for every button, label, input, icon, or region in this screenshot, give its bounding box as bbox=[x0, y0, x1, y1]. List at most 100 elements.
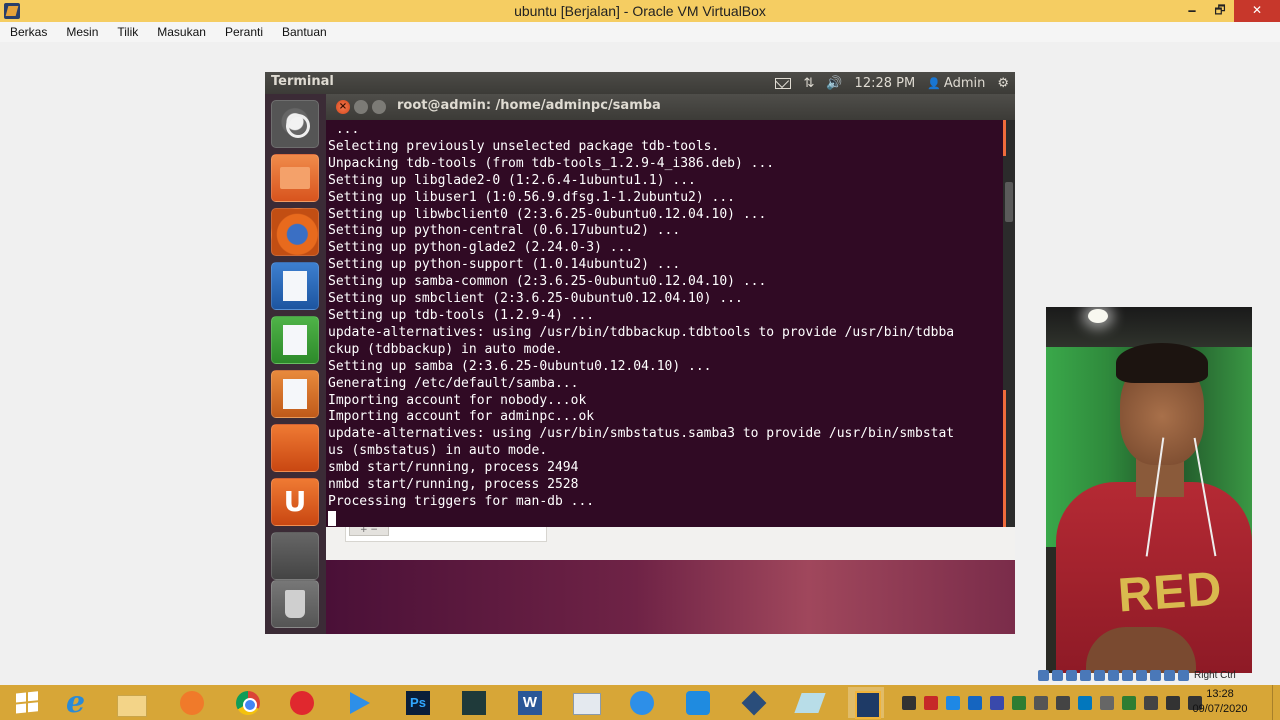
chrome-icon[interactable] bbox=[230, 687, 266, 718]
virtualbox-3d-icon[interactable] bbox=[736, 687, 772, 718]
terminal-line: Setting up smbclient (2:3.6.25-0ubuntu0.… bbox=[328, 291, 743, 307]
optical-status-icon[interactable] bbox=[1052, 669, 1063, 681]
terminal-line: ... bbox=[328, 122, 360, 137]
menu-masukan[interactable]: Masukan bbox=[157, 22, 206, 42]
minimize-button[interactable]: 🗕 bbox=[1178, 0, 1206, 22]
menu-berkas[interactable]: Berkas bbox=[10, 22, 47, 42]
user-icon: 👤 bbox=[927, 76, 941, 90]
dash-home-icon[interactable] bbox=[271, 100, 319, 148]
hdd-status-icon[interactable] bbox=[1038, 669, 1049, 681]
firefox-icon[interactable] bbox=[271, 208, 319, 256]
ubuntu-one-icon[interactable]: U bbox=[271, 478, 319, 526]
menu-bantuan[interactable]: Bantuan bbox=[282, 22, 327, 42]
guest-screen[interactable]: + − Terminal ⇅ 🔊 12:28 PM 👤 Admin ⚙ U × bbox=[265, 72, 1015, 634]
libreoffice-writer-icon[interactable] bbox=[271, 262, 319, 310]
menu-mesin[interactable]: Mesin bbox=[66, 22, 98, 42]
terminal-line: Setting up libglade2-0 (1:2.6.4-1ubuntu1… bbox=[328, 172, 696, 188]
tray-app-icon[interactable] bbox=[1122, 695, 1136, 710]
terminal-line: Importing account for nobody...ok bbox=[328, 392, 587, 408]
window-title: ubuntu [Berjalan] - Oracle VM VirtualBox bbox=[514, 3, 766, 19]
webcam-shirt-text: RED bbox=[1116, 562, 1225, 623]
network-tray-icon[interactable] bbox=[1166, 695, 1180, 710]
tray-app-icon[interactable] bbox=[902, 695, 916, 710]
display-status-icon[interactable] bbox=[1122, 669, 1133, 681]
terminal-title: root@admin: /home/adminpc/samba bbox=[397, 98, 661, 113]
system-tray bbox=[902, 685, 1210, 720]
panel-clock[interactable]: 12:28 PM bbox=[855, 76, 916, 91]
tray-app-icon[interactable] bbox=[924, 695, 938, 710]
terminal-minimize-button[interactable] bbox=[354, 100, 368, 114]
media-player-icon[interactable] bbox=[340, 687, 376, 718]
restore-button[interactable]: 🗗 bbox=[1206, 0, 1234, 22]
file-explorer-icon[interactable] bbox=[113, 687, 149, 718]
tray-app-icon[interactable] bbox=[946, 695, 960, 710]
libreoffice-impress-icon[interactable] bbox=[271, 370, 319, 418]
terminal-prompt-line[interactable] bbox=[328, 510, 1003, 528]
panel-user[interactable]: Admin bbox=[944, 76, 985, 91]
terminal-line: Setting up python-support (1.0.14ubuntu2… bbox=[328, 257, 681, 273]
uc-browser-icon[interactable] bbox=[174, 687, 210, 718]
close-button[interactable]: ✕ bbox=[1234, 0, 1280, 22]
tray-app-icon[interactable] bbox=[968, 695, 982, 710]
menu-tilik[interactable]: Tilik bbox=[117, 22, 138, 42]
network-status-icon[interactable] bbox=[1080, 669, 1091, 681]
shared-folder-status-icon[interactable] bbox=[1108, 669, 1119, 681]
virtualbox-taskbar-icon[interactable] bbox=[848, 687, 884, 719]
tray-app-icon[interactable] bbox=[990, 695, 1004, 710]
webcam-light bbox=[1088, 309, 1108, 323]
terminal-window[interactable]: × root@admin: /home/adminpc/samba ... Sel… bbox=[326, 94, 1015, 527]
terminal-maximize-button[interactable] bbox=[372, 100, 386, 114]
mouse-status-icon[interactable] bbox=[1164, 669, 1175, 681]
vbox-titlebar: ubuntu [Berjalan] - Oracle VM VirtualBox… bbox=[0, 0, 1280, 22]
screen-capture-icon[interactable] bbox=[680, 687, 716, 718]
tray-app-icon[interactable] bbox=[1100, 695, 1114, 710]
terminal-titlebar[interactable]: × root@admin: /home/adminpc/samba bbox=[326, 94, 1015, 120]
usb-status-icon[interactable] bbox=[1094, 669, 1105, 681]
word-icon[interactable] bbox=[512, 687, 548, 718]
acrobat-icon[interactable] bbox=[284, 687, 320, 718]
network-icon[interactable]: ⇅ bbox=[803, 76, 814, 91]
paper-icon[interactable] bbox=[792, 687, 828, 718]
sketchup-icon[interactable] bbox=[456, 687, 492, 718]
unity-launcher: U bbox=[265, 94, 326, 634]
system-settings-icon[interactable] bbox=[271, 532, 319, 580]
software-center-icon[interactable] bbox=[271, 424, 319, 472]
capture-status-icon[interactable] bbox=[1136, 669, 1147, 681]
volume-tray-icon[interactable] bbox=[1144, 695, 1158, 710]
terminal-close-button[interactable]: × bbox=[336, 100, 350, 114]
files-icon[interactable] bbox=[271, 154, 319, 202]
trash-icon[interactable] bbox=[271, 580, 319, 628]
tray-app-icon[interactable] bbox=[1034, 695, 1048, 710]
menu-peranti[interactable]: Peranti bbox=[225, 22, 263, 42]
photoshop-icon[interactable] bbox=[400, 687, 436, 718]
vbox-statusbar: Right Ctrl bbox=[1038, 666, 1236, 684]
cpu-status-icon[interactable] bbox=[1150, 669, 1161, 681]
keyboard-status-icon[interactable] bbox=[1178, 669, 1189, 681]
terminal-scrollbar[interactable] bbox=[1003, 120, 1015, 527]
gear-icon[interactable]: ⚙ bbox=[997, 76, 1009, 91]
tray-app-icon[interactable] bbox=[1056, 695, 1070, 710]
tray-app-icon[interactable] bbox=[1012, 695, 1026, 710]
window-controls: 🗕 🗗 ✕ bbox=[1178, 0, 1280, 22]
show-desktop-button[interactable] bbox=[1272, 685, 1280, 720]
sync-icon[interactable] bbox=[624, 687, 660, 718]
terminal-line: Setting up libuser1 (1:0.56.9.dfsg.1-1.2… bbox=[328, 189, 735, 205]
taskbar-clock[interactable]: 13:28 09/07/2020 bbox=[1190, 687, 1250, 717]
clock-time: 13:28 bbox=[1206, 688, 1234, 700]
terminal-line: update-alternatives: using /usr/bin/smbs… bbox=[328, 426, 955, 442]
scrollbar-thumb[interactable] bbox=[1005, 182, 1013, 222]
terminal-line: Processing triggers for man-db ... bbox=[328, 493, 595, 509]
terminal-line: ckup (tdbbackup) in auto mode. bbox=[328, 341, 563, 357]
terminal-line: Unpacking tdb-tools (from tdb-tools_1.2.… bbox=[328, 155, 775, 171]
internet-explorer-icon[interactable] bbox=[60, 685, 96, 720]
terminal-output[interactable]: ... Selecting previously unselected packa… bbox=[328, 120, 1003, 528]
scrollbar-marker bbox=[1003, 120, 1006, 156]
tray-app-icon[interactable] bbox=[1078, 695, 1092, 710]
webcam-person-hair bbox=[1116, 343, 1208, 383]
mail-icon[interactable] bbox=[775, 77, 792, 89]
volume-icon[interactable]: 🔊 bbox=[826, 76, 842, 91]
libreoffice-calc-icon[interactable] bbox=[271, 316, 319, 364]
audio-status-icon[interactable] bbox=[1066, 669, 1077, 681]
start-button[interactable] bbox=[12, 687, 48, 718]
mail-app-icon[interactable] bbox=[568, 687, 604, 718]
